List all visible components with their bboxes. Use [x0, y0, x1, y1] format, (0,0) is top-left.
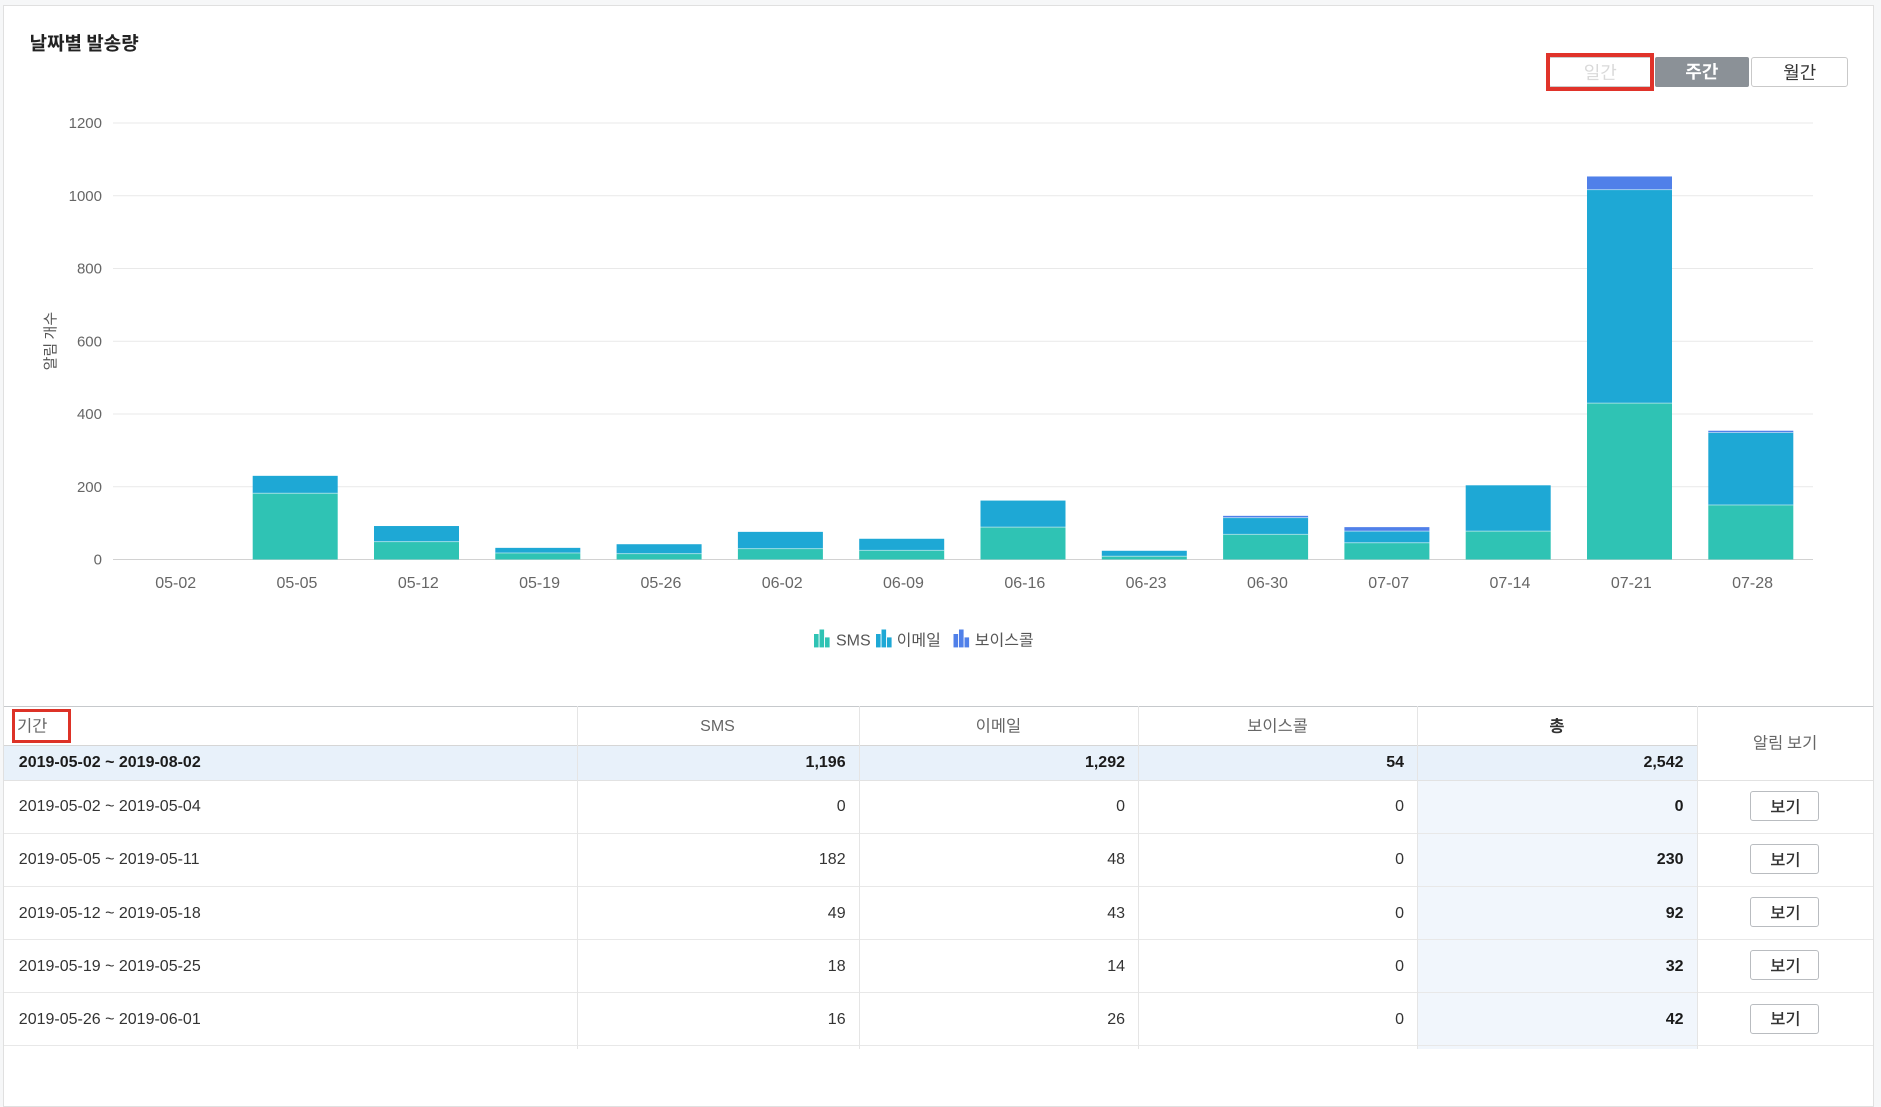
svg-text:07-21: 07-21: [1611, 575, 1652, 592]
svg-text:07-28: 07-28: [1732, 575, 1773, 592]
svg-text:06-30: 06-30: [1247, 575, 1288, 592]
svg-text:06-16: 06-16: [1004, 575, 1045, 592]
svg-text:05-12: 05-12: [398, 575, 439, 592]
svg-text:600: 600: [77, 333, 102, 350]
svg-text:800: 800: [77, 261, 102, 278]
svg-text:200: 200: [77, 479, 102, 496]
svg-text:05-26: 05-26: [640, 575, 681, 592]
svg-text:05-19: 05-19: [519, 575, 560, 592]
svg-text:06-09: 06-09: [883, 575, 924, 592]
svg-text:0: 0: [94, 552, 102, 569]
svg-text:1200: 1200: [69, 115, 102, 132]
svg-text:SMS: SMS: [836, 632, 871, 649]
svg-text:06-23: 06-23: [1126, 575, 1167, 592]
svg-text:1000: 1000: [69, 188, 102, 205]
svg-text:400: 400: [77, 406, 102, 423]
svg-text:07-14: 07-14: [1490, 575, 1531, 592]
svg-text:07-07: 07-07: [1368, 575, 1409, 592]
svg-text:05-05: 05-05: [277, 575, 318, 592]
svg-text:06-02: 06-02: [762, 575, 803, 592]
svg-text:05-02: 05-02: [155, 575, 196, 592]
